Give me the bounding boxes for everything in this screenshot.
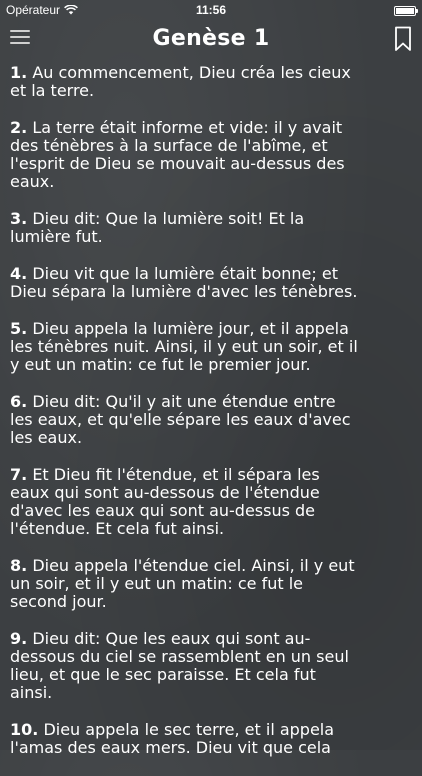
verse[interactable]: 4. Dieu vit que la lumière était bonne; … [10, 265, 414, 301]
verse-number: 5. [10, 319, 28, 338]
verse-number: 10. [10, 720, 39, 739]
verse[interactable]: 7. Et Dieu fit l'étendue, et il sépara l… [10, 466, 414, 538]
verse-number: 6. [10, 392, 28, 411]
battery-fill [396, 8, 414, 14]
verse-text-line: second jour. [10, 592, 107, 611]
verse-number: 2. [10, 118, 28, 137]
verse-number: 9. [10, 629, 28, 648]
verse-text-line: Au commencement, Dieu créa les cieux [32, 63, 351, 82]
verse-text-line: eaux qui sont au-dessous de l'étendue [10, 483, 320, 502]
status-time: 11:56 [195, 3, 227, 17]
battery-icon [394, 6, 418, 16]
verse-text-line: Dieu dit: Que la lumière soit! Et la [32, 209, 305, 228]
verse-number: 4. [10, 264, 28, 283]
chapter-text: 1. Au commencement, Dieu créa les cieux e… [10, 64, 414, 776]
verse-number: 8. [10, 556, 28, 575]
verse-number: 3. [10, 209, 28, 228]
verse-text-line: Dieu dit: Que les eaux qui sont au- [32, 629, 311, 648]
verse-text-line: ainsi. [10, 683, 53, 702]
verse-text-line: les eaux. [10, 428, 83, 447]
verse-text-line: dessous du ciel se rassemblent en un seu… [10, 647, 349, 666]
verse-text-line: Dieu appela la lumière jour, et il appel… [32, 319, 349, 338]
verse-text-line: et la terre. [10, 81, 95, 100]
verse-text-line: La terre était informe et vide: il y ava… [32, 118, 343, 137]
verse-text-line: d'avec les eaux qui sont au-dessus de [10, 501, 316, 520]
verse-number: 7. [10, 465, 28, 484]
verse[interactable]: 2. La terre était informe et vide: il y … [10, 119, 414, 191]
verse-text-line: Dieu appela l'étendue ciel. Ainsi, il y … [32, 556, 355, 575]
verse[interactable]: 1. Au commencement, Dieu créa les cieux e… [10, 64, 414, 100]
verse-text-line: un soir, et il y eut un matin: ce fut le [10, 574, 304, 593]
verse[interactable]: 10. Dieu appela le sec terre, et il appe… [10, 721, 414, 757]
verse[interactable]: 3. Dieu dit: Que la lumière soit! Et la l… [10, 210, 414, 246]
verse[interactable]: 6. Dieu dit: Qu'il y ait une étendue ent… [10, 393, 414, 447]
verse-text-line: Et Dieu fit l'étendue, et il sépara les [32, 465, 320, 484]
page-title: Genèse 1 [152, 26, 270, 51]
verse-text-line: lieu, et que le sec paraisse. Et cela fu… [10, 665, 316, 684]
verse[interactable]: 5. Dieu appela la lumière jour, et il ap… [10, 320, 414, 374]
navigation-bar: Genèse 1 [0, 22, 422, 60]
verse-text-line: l'amas des eaux mers. Dieu vit que cela [10, 738, 331, 757]
verse-text-line: les eaux, et qu'elle sépare les eaux d'a… [10, 410, 351, 429]
verse-text-line: Dieu sépara la lumière d'avec les ténèbr… [10, 282, 358, 301]
verse-number: 1. [10, 63, 28, 82]
bookmark-icon[interactable] [394, 26, 412, 52]
verse-text-line: eaux. [10, 172, 55, 191]
verse[interactable]: 9. Dieu dit: Que les eaux qui sont au-de… [10, 630, 414, 702]
verse-text-line: y eut un matin: ce fut le premier jour. [10, 355, 311, 374]
verse-text-line: l'esprit de Dieu se mouvait au-dessus de… [10, 154, 345, 173]
verse[interactable]: 8. Dieu appela l'étendue ciel. Ainsi, il… [10, 557, 414, 611]
status-bar: Opérateur 11:56 [0, 0, 422, 22]
verse-text-line: Dieu dit: Qu'il y ait une étendue entre [32, 392, 336, 411]
verse-text-line: Dieu vit que la lumière était bonne; et [32, 264, 338, 283]
verse-text-line: des ténèbres à la surface de l'abîme, et [10, 136, 328, 155]
verse-text-line: lumière fut. [10, 227, 103, 246]
verse-text-line: les ténèbres nuit. Ainsi, il y eut un so… [10, 337, 358, 356]
verse-text-line: Dieu appela le sec terre, et il appela [43, 720, 335, 739]
verse-text-line: l'étendue. Et cela fut ainsi. [10, 519, 225, 538]
